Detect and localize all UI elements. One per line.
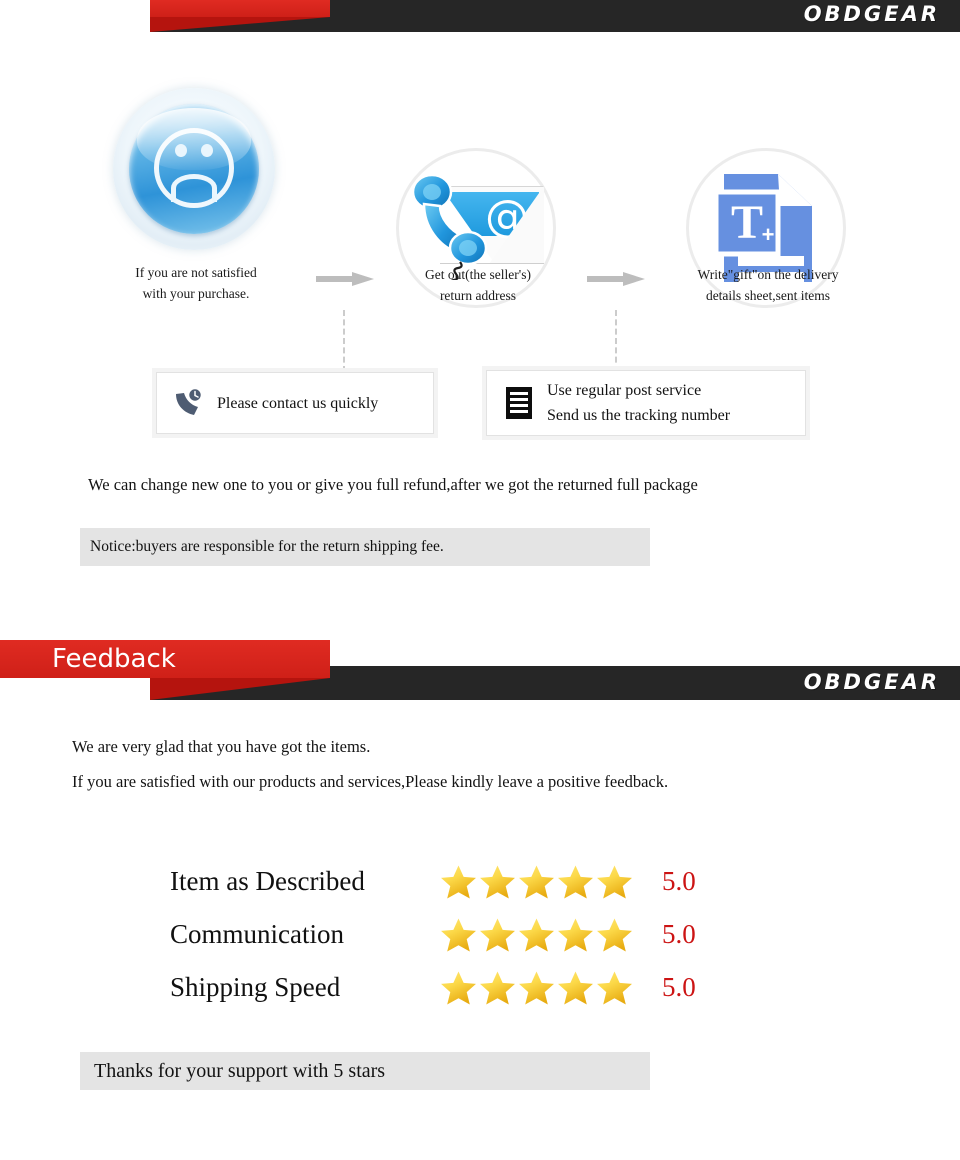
post-service-box: Use regular post service Send us the tra…: [486, 370, 806, 436]
rating-row: Shipping Speed 5.0: [170, 961, 750, 1014]
feedback-banner: Feedback OBDGEAR: [0, 640, 960, 700]
document-lines-icon: [506, 387, 532, 419]
svg-text:T: T: [731, 196, 763, 249]
feedback-section-title: Feedback: [52, 644, 176, 674]
step-1-caption-line2: with your purchase.: [142, 286, 250, 301]
rating-score: 5.0: [662, 866, 696, 896]
star-icon: [519, 971, 554, 1004]
shipping-fee-notice-box: Notice:buyers are responsible for the re…: [80, 528, 650, 566]
top-banner-red-bar: [150, 0, 330, 17]
sad-face-eye-right: [201, 144, 213, 157]
dashed-connector-1: [343, 310, 345, 372]
star-icon: [519, 918, 554, 951]
post-service-text: Use regular post service Send us the tra…: [547, 378, 730, 428]
step-1-icon-wrapper: [113, 88, 275, 250]
rating-label: Shipping Speed: [170, 972, 341, 1002]
thanks-box: Thanks for your support with 5 stars: [80, 1052, 650, 1090]
refund-statement: We can change new one to you or give you…: [88, 475, 698, 494]
sad-face-eye-left: [175, 144, 187, 157]
star-icon: [558, 918, 593, 951]
feedback-banner-red-wedge: [150, 678, 330, 700]
star-icon: [597, 918, 632, 951]
rating-row: Item as Described 5.0: [170, 855, 750, 908]
brand-logo-top: OBDGEAR: [803, 2, 940, 26]
top-banner-white-left: [0, 17, 150, 32]
star-icon: [597, 865, 632, 898]
star-icon: [480, 865, 515, 898]
star-icon: [558, 865, 593, 898]
star-icon: [519, 865, 554, 898]
arrow-right-icon-1: [316, 272, 374, 286]
feedback-line-1: We are very glad that you have got the i…: [72, 737, 371, 756]
step-1-caption-line1: If you are not satisfied: [135, 265, 257, 280]
star-icon: [480, 971, 515, 1004]
contact-us-line-1: Please contact us quickly: [217, 394, 379, 412]
rating-label: Communication: [170, 919, 344, 949]
step-3-caption-line1: Write"gift"on the delivery: [697, 267, 839, 282]
step-3-caption: Write"gift"on the delivery details sheet…: [638, 264, 898, 306]
step-3-caption-line2: details sheet,sent items: [705, 288, 831, 303]
return-steps-icon-row: @ T +: [0, 60, 960, 308]
star-icon: [441, 918, 476, 951]
post-service-line-1: Use regular post service: [547, 382, 702, 399]
rating-stars: [440, 864, 640, 900]
phone-clock-icon: [176, 388, 203, 415]
top-banner-red-wedge: [150, 17, 330, 32]
sad-face-icon: [113, 88, 275, 250]
star-icon: [441, 865, 476, 898]
step-2-caption: Get out(the seller's) return address: [348, 264, 608, 306]
arrow-1-head: [352, 272, 374, 286]
contact-us-box: Please contact us quickly: [156, 372, 434, 434]
star-icon: [558, 971, 593, 1004]
contact-us-text: Please contact us quickly: [217, 391, 378, 416]
star-icon: [597, 971, 632, 1004]
sad-face-mouth: [171, 174, 217, 202]
ratings-list: Item as Described 5.0 Communication 5.0 …: [170, 855, 750, 1014]
rating-row: Communication 5.0: [170, 908, 750, 961]
shipping-fee-notice-text: Notice:buyers are responsible for the re…: [90, 538, 444, 555]
arrow-2-head: [623, 272, 645, 286]
top-banner: OBDGEAR: [0, 0, 960, 32]
brand-logo-feedback: OBDGEAR: [803, 670, 940, 694]
star-icon: [480, 918, 515, 951]
star-icon: [441, 971, 476, 1004]
svg-text:+: +: [762, 222, 775, 247]
rating-stars: [440, 917, 640, 953]
rating-score: 5.0: [662, 972, 696, 1002]
step-2-caption-line1: Get out(the seller's): [425, 267, 531, 282]
step-2-caption-line2: return address: [439, 288, 517, 303]
rating-label: Item as Described: [170, 866, 365, 896]
step-1-caption: If you are not satisfied with your purch…: [66, 262, 326, 304]
thanks-text: Thanks for your support with 5 stars: [94, 1059, 386, 1082]
dashed-connector-2: [615, 310, 617, 372]
arrow-right-icon-2: [587, 272, 645, 286]
rating-stars: [440, 970, 640, 1006]
post-service-line-2: Send us the tracking number: [547, 407, 731, 424]
rating-score: 5.0: [662, 919, 696, 949]
feedback-line-2: If you are satisfied with our products a…: [72, 772, 669, 791]
